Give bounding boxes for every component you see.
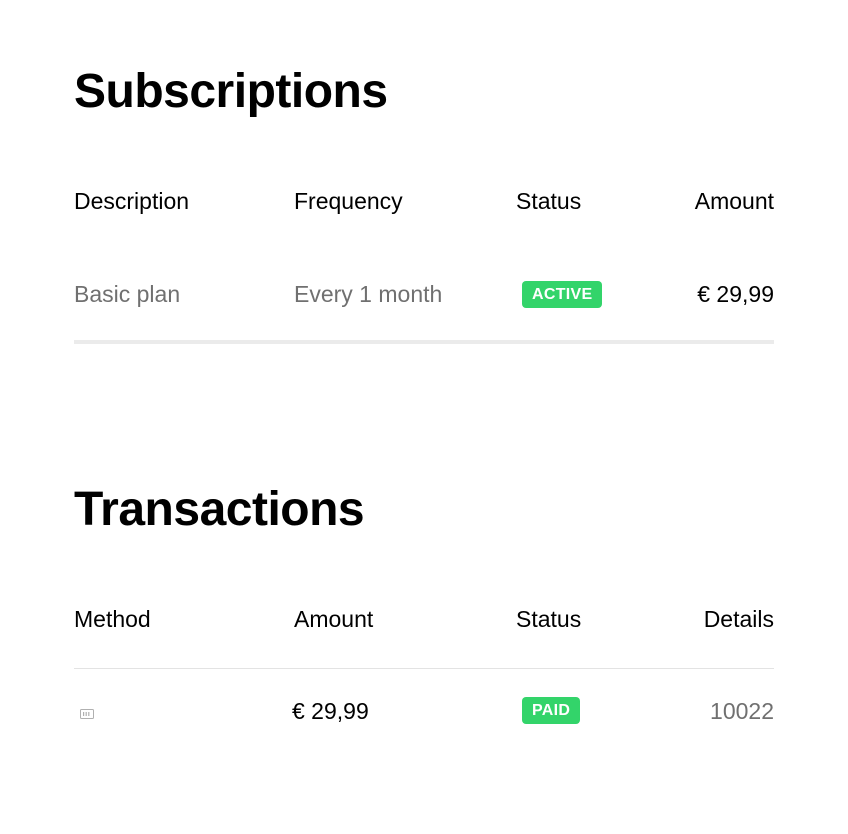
subscription-frequency: Every 1 month	[294, 281, 443, 307]
status-badge: ACTIVE	[522, 281, 603, 308]
header-status: Status	[516, 606, 582, 632]
subscriptions-header-row: Description Frequency Status Amount	[74, 186, 774, 216]
header-amount: Amount	[694, 188, 774, 214]
header-frequency: Frequency	[294, 188, 403, 214]
header-details: Details	[703, 606, 774, 632]
transaction-details[interactable]: 10022	[710, 696, 774, 726]
transaction-amount: € 29,99	[292, 698, 369, 724]
subscription-amount: € 29,99	[697, 281, 774, 307]
subscriptions-section: Subscriptions Description Frequency Stat…	[74, 65, 774, 344]
status-badge: PAID	[522, 697, 581, 724]
subscriptions-divider	[74, 340, 774, 344]
subscription-description: Basic plan	[74, 281, 181, 307]
transactions-title: Transactions	[74, 483, 365, 536]
transactions-header-row: Method Amount Status Details	[74, 604, 774, 634]
transactions-header-divider	[74, 668, 774, 669]
header-amount: Amount	[294, 606, 374, 632]
header-description: Description	[74, 188, 190, 214]
transactions-section: Transactions Method Amount Status Detail…	[74, 486, 774, 726]
subscription-row[interactable]: Basic plan Every 1 month ACTIVE € 29,99	[74, 279, 774, 309]
header-status: Status	[516, 188, 582, 214]
header-method: Method	[74, 606, 151, 632]
transaction-row[interactable]: € 29,99 PAID 10022	[74, 696, 774, 726]
credit-card-icon	[80, 706, 94, 719]
subscriptions-title: Subscriptions	[74, 65, 388, 118]
